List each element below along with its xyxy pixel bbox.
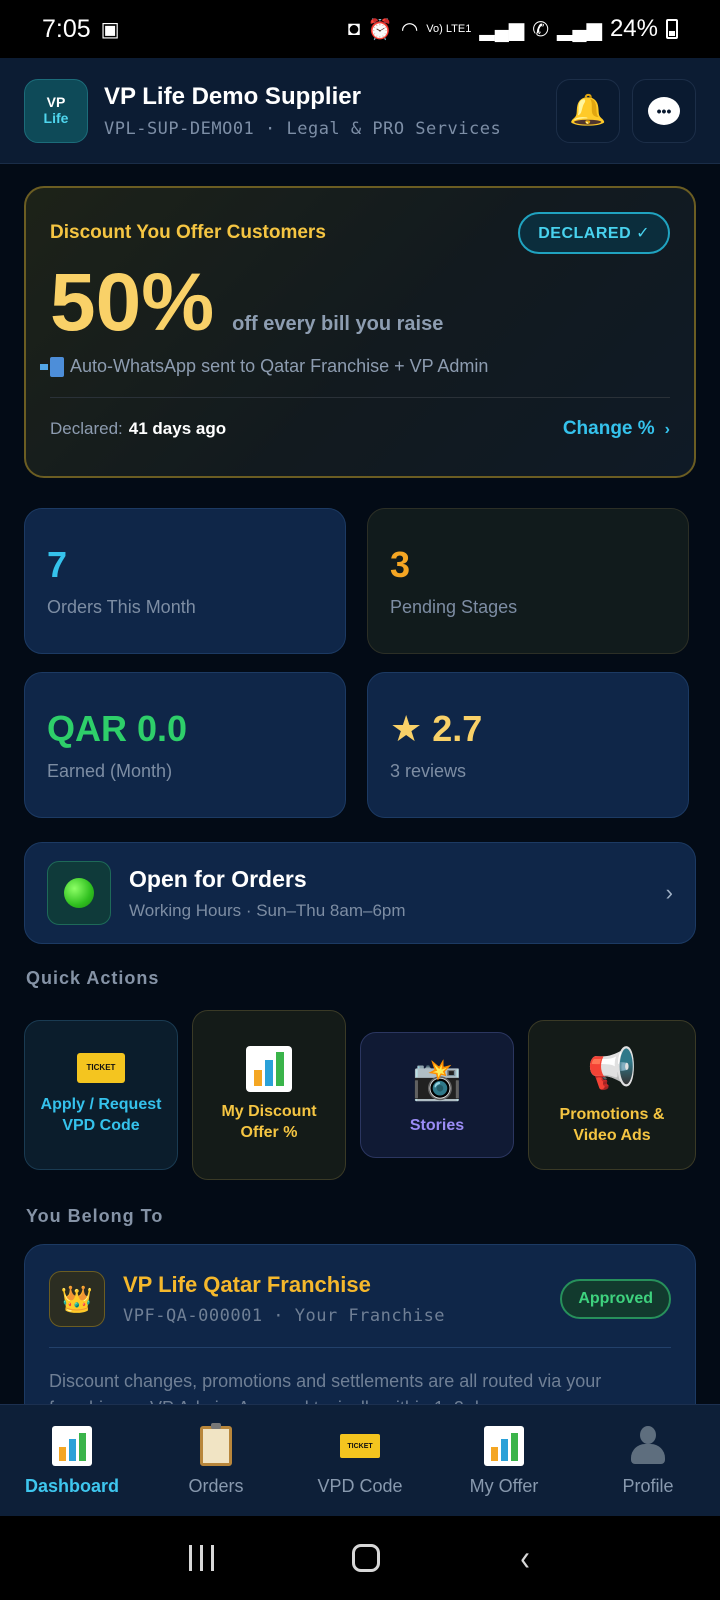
declared-info: Declared: 41 days ago bbox=[50, 419, 226, 439]
stat-value: QAR 0.0 bbox=[47, 708, 188, 749]
bottom-nav: Dashboard Orders TICKET VPD Code My Offe… bbox=[0, 1404, 720, 1516]
lock-icon: ◘ bbox=[347, 17, 360, 40]
rating-card[interactable]: ★ 2.7 3 reviews bbox=[367, 672, 689, 818]
divider bbox=[50, 397, 670, 399]
declared-age: 41 days ago bbox=[128, 419, 227, 439]
chart-icon bbox=[484, 1426, 524, 1466]
signal-icon: ▂▄▆ bbox=[479, 18, 525, 41]
logo-text-bottom: Life bbox=[43, 109, 69, 126]
status-indicator bbox=[47, 861, 111, 925]
nav-orders[interactable]: Orders bbox=[146, 1423, 286, 1497]
stat-value: ★ 2.7 bbox=[390, 708, 483, 749]
bell-icon: 🔔 bbox=[569, 94, 607, 127]
quick-action-label: Promotions & Video Ads bbox=[559, 1106, 665, 1144]
divider bbox=[49, 1347, 671, 1348]
discount-percent: 50% bbox=[50, 257, 215, 348]
chevron-right-icon: › bbox=[665, 880, 673, 905]
chat-icon: ••• bbox=[648, 96, 680, 125]
franchise-code: VPF-QA-000001 · Your Franchise bbox=[123, 1306, 446, 1326]
franchise-name: VP Life Qatar Franchise bbox=[123, 1272, 371, 1297]
nav-label: VPD Code bbox=[317, 1476, 403, 1496]
earned-month-card[interactable]: QAR 0.0 Earned (Month) bbox=[24, 672, 346, 818]
back-button[interactable]: ‹ bbox=[520, 1537, 530, 1579]
ticket-icon: TICKET bbox=[77, 1053, 125, 1084]
nav-label: Profile bbox=[622, 1476, 674, 1496]
ticket-icon: TICKET bbox=[340, 1434, 380, 1458]
stat-value: 3 bbox=[390, 544, 411, 585]
home-button[interactable] bbox=[352, 1544, 381, 1572]
nav-profile[interactable]: Profile bbox=[578, 1424, 718, 1497]
app-header: VP Life VP Life Demo Supplier VPL-SUP-DE… bbox=[0, 58, 720, 164]
clock: 7:05 bbox=[42, 14, 91, 43]
alarm-icon: ⏰ bbox=[367, 18, 393, 41]
stories-button[interactable]: 📸 Stories bbox=[360, 1032, 514, 1158]
phone-arrow-icon bbox=[40, 356, 64, 377]
nav-label: My Offer bbox=[469, 1476, 539, 1496]
stat-label: 3 reviews bbox=[390, 760, 467, 781]
declared-label: Declared: bbox=[50, 419, 123, 439]
chevron-right-icon: › bbox=[664, 421, 670, 439]
declared-badge: DECLARED ✓ bbox=[518, 212, 670, 254]
quick-action-label: Apply / Request VPD Code bbox=[40, 1096, 162, 1134]
orders-month-card[interactable]: 7 Orders This Month bbox=[24, 508, 346, 654]
recent-apps-button[interactable] bbox=[189, 1545, 215, 1571]
person-icon bbox=[631, 1426, 665, 1466]
green-dot-icon bbox=[64, 878, 94, 908]
stat-label: Orders This Month bbox=[47, 596, 196, 617]
signal-icon: ▂▄▆ bbox=[557, 18, 602, 41]
pending-stages-card[interactable]: 3 Pending Stages bbox=[367, 508, 689, 654]
working-hours: Working Hours · Sun–Thu 8am–6pm bbox=[129, 900, 406, 920]
change-percent-label: Change % bbox=[562, 418, 655, 440]
discount-card: Discount You Offer Customers DECLARED ✓ … bbox=[24, 186, 696, 478]
chart-icon bbox=[246, 1046, 292, 1093]
nav-my-offer[interactable]: My Offer bbox=[434, 1424, 574, 1497]
app-logo: VP Life bbox=[24, 78, 88, 143]
wifi-icon: ◠ bbox=[400, 18, 419, 41]
supplier-code: VPL-SUP-DEMO01 · Legal & PRO Services bbox=[104, 118, 502, 139]
stat-value: 7 bbox=[47, 544, 68, 585]
messages-button[interactable]: ••• bbox=[632, 78, 696, 143]
whatsapp-note: Auto-WhatsApp sent to Qatar Franchise + … bbox=[70, 356, 489, 377]
megaphone-icon: 📢 bbox=[587, 1047, 637, 1092]
belong-title: You Belong To bbox=[26, 1206, 164, 1226]
nav-vpd-code[interactable]: TICKET VPD Code bbox=[290, 1424, 430, 1497]
logo-text-top: VP bbox=[46, 94, 66, 111]
system-nav-bar: ‹ bbox=[0, 1516, 720, 1600]
network-label: Vo) LTE1 bbox=[426, 22, 472, 35]
quick-actions-title: Quick Actions bbox=[26, 968, 160, 988]
my-discount-offer-button[interactable]: My Discount Offer % bbox=[192, 1010, 346, 1180]
quick-action-label: Stories bbox=[409, 1116, 465, 1134]
battery-percent: 24% bbox=[609, 15, 658, 42]
crown-icon: 👑 bbox=[49, 1271, 105, 1327]
camera-icon: 📸 bbox=[412, 1057, 462, 1102]
nav-label: Dashboard bbox=[24, 1476, 120, 1496]
supplier-name: VP Life Demo Supplier bbox=[104, 82, 361, 110]
clipboard-icon bbox=[200, 1423, 232, 1466]
status-badge: Approved bbox=[560, 1279, 671, 1319]
gallery-icon: ▣ bbox=[100, 18, 120, 41]
stat-label: Earned (Month) bbox=[47, 760, 173, 781]
status-bar: 7:05 ▣ ◘ ⏰ ◠ Vo) LTE1 ▂▄▆ ✆ ▂▄▆ 24% bbox=[0, 0, 720, 58]
nav-label: Orders bbox=[188, 1476, 244, 1496]
nav-dashboard[interactable]: Dashboard bbox=[2, 1424, 142, 1497]
change-percent-link[interactable]: Change % › bbox=[563, 418, 670, 440]
notifications-button[interactable]: 🔔 bbox=[556, 78, 620, 143]
battery-icon bbox=[666, 19, 678, 39]
quick-action-label: My Discount Offer % bbox=[221, 1103, 317, 1141]
apply-vpd-code-button[interactable]: TICKET Apply / Request VPD Code bbox=[24, 1020, 178, 1170]
discount-label: Discount You Offer Customers bbox=[50, 222, 326, 243]
stat-label: Pending Stages bbox=[390, 596, 518, 617]
call-icon: ✆ bbox=[532, 18, 550, 41]
discount-description: off every bill you raise bbox=[232, 313, 444, 335]
promotions-video-ads-button[interactable]: 📢 Promotions & Video Ads bbox=[528, 1020, 696, 1170]
chart-icon bbox=[52, 1426, 92, 1466]
open-status-card[interactable]: Open for Orders Working Hours · Sun–Thu … bbox=[24, 842, 696, 944]
open-status-title: Open for Orders bbox=[129, 865, 307, 892]
